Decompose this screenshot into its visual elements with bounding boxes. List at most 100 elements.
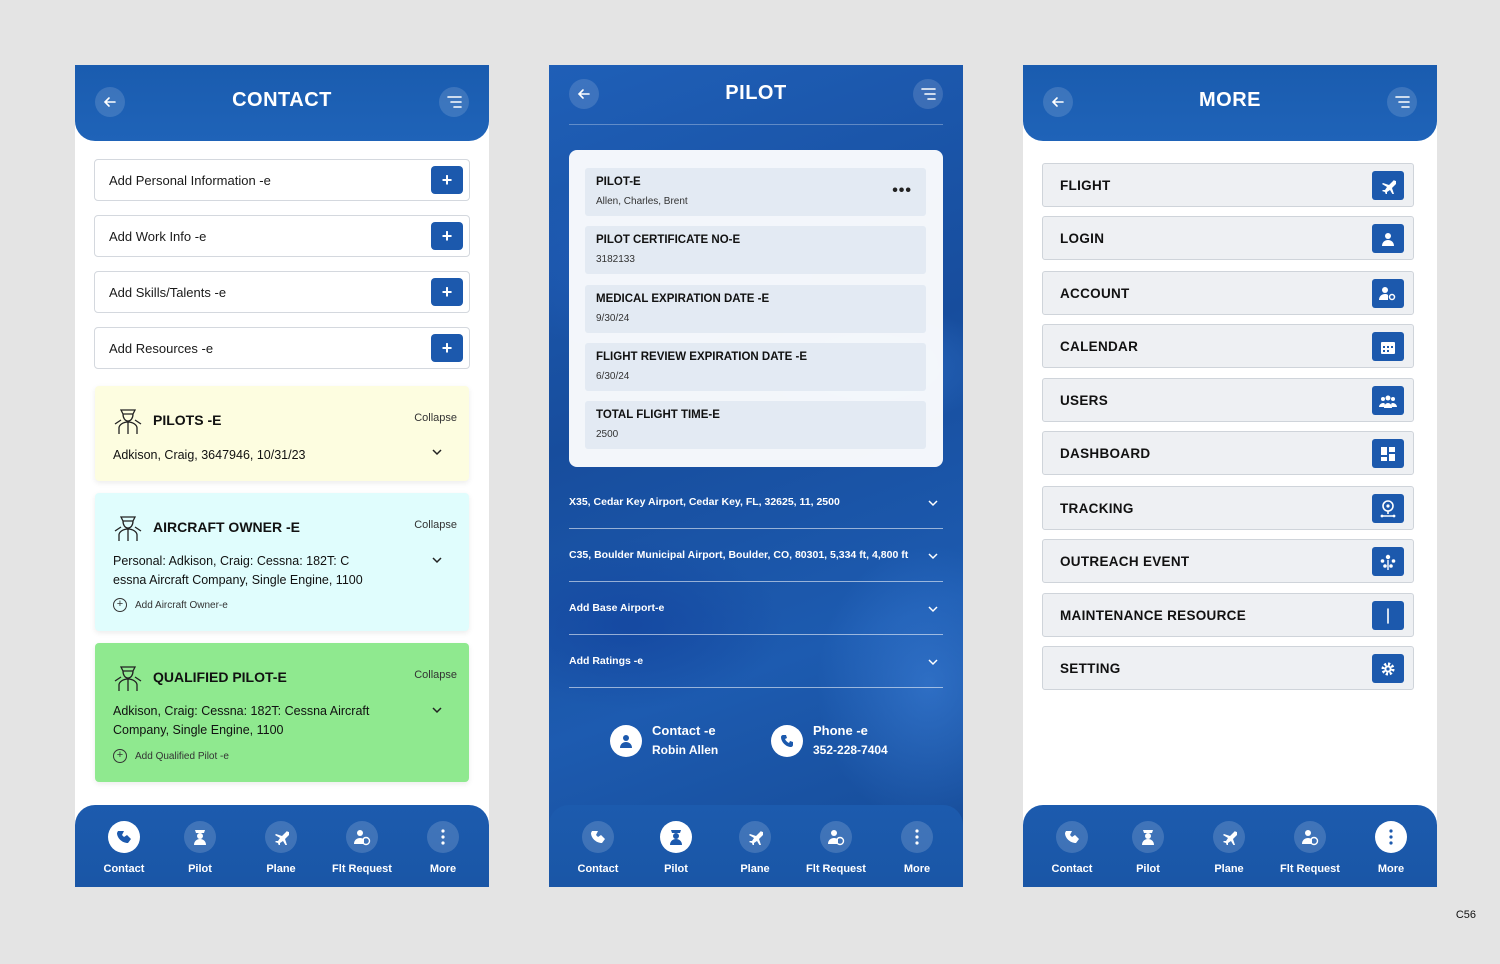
page-title: PILOT [725,82,787,104]
add-personal-info-row[interactable]: Add Personal Information -e + [94,159,470,201]
menu-item-setting[interactable]: SETTING [1042,646,1414,690]
aircraft-owner-card: AIRCRAFT OWNER -E Collapse Personal: Adk… [95,493,469,631]
add-button[interactable]: + [431,222,463,250]
more-vertical-icon [441,829,445,845]
card-title: AIRCRAFT OWNER -E [153,519,300,535]
pilot-icon [114,666,142,691]
menu-item-outreach-event[interactable]: OUTREACH EVENT [1042,539,1414,583]
nav-label: Contact [1051,863,1093,875]
phone-info[interactable]: Phone -e 352-228-7404 [771,723,888,757]
nav-label: Flt Request [332,863,392,875]
nav-pilot[interactable]: Pilot [1108,821,1188,875]
nav-contact[interactable]: Contact [558,821,638,875]
add-button[interactable]: + [431,278,463,306]
nav-plane[interactable]: Plane [241,821,321,875]
chevron-down-icon[interactable] [431,554,443,566]
contact-info[interactable]: Contact -e Robin Allen [610,723,718,757]
menu-item-tracking[interactable]: TRACKING [1042,486,1414,530]
add-resources-row[interactable]: Add Resources -e + [94,327,470,369]
nav-more[interactable]: More [877,821,957,875]
add-button[interactable]: + [431,334,463,362]
nav-label: More [1377,863,1405,875]
more-screen: MORE FLIGHT LOGIN ACCOUNT CALENDAR USERS… [1023,65,1437,887]
phone-icon [781,735,793,747]
row-label: Add Personal Information -e [109,173,271,188]
nav-flt-request[interactable]: Flt Request [1270,821,1350,875]
menu-button[interactable] [913,79,943,109]
add-qualified-pilot-link[interactable]: + Add Qualified Pilot -e [113,749,229,763]
menu-label: FLIGHT [1060,178,1111,193]
collapse-toggle[interactable]: Collapse [414,669,457,681]
location-pin-icon [1380,499,1396,517]
menu-item-users[interactable]: USERS [1042,378,1414,422]
add-base-airport-row[interactable]: Add Base Airport-e [569,582,943,635]
calendar-icon [1381,341,1395,354]
nav-pilot[interactable]: Pilot [160,821,240,875]
menu-label: DASHBOARD [1060,446,1151,461]
field-label: PILOT CERTIFICATE NO-E [596,234,741,246]
menu-label: LOGIN [1060,231,1105,246]
airport-row[interactable]: C35, Boulder Municipal Airport, Boulder,… [569,529,943,582]
phone-title: Phone -e [813,723,868,738]
nav-label: Plane [1214,863,1244,875]
row-label: Add Work Info -e [109,229,207,244]
nav-flt-request[interactable]: Flt Request [322,821,402,875]
user-icon [1382,232,1394,246]
nav-label: Contact [577,863,619,875]
card-body: Adkison, Craig: Cessna: 182T: Cessna Air… [113,704,370,737]
row-label: Add Resources -e [109,341,214,356]
add-skills-row[interactable]: Add Skills/Talents -e + [94,271,470,313]
add-ratings-row[interactable]: Add Ratings -e [569,635,943,688]
more-horizontal-icon[interactable]: ••• [892,182,912,200]
nav-label: Pilot [1136,863,1160,875]
menu-item-login[interactable]: LOGIN [1042,216,1414,260]
collapse-toggle[interactable]: Collapse [414,412,457,424]
menu-item-account[interactable]: ACCOUNT [1042,271,1414,315]
menu-button[interactable] [1387,87,1417,117]
chevron-down-icon[interactable] [431,704,443,716]
nav-pilot[interactable]: Pilot [636,821,716,875]
menu-item-flight[interactable]: FLIGHT [1042,163,1414,207]
chevron-down-icon [928,553,938,560]
menu-item-calendar[interactable]: CALENDAR [1042,324,1414,368]
nav-more[interactable]: More [403,821,483,875]
menu-label: TRACKING [1060,501,1134,516]
nav-label: More [903,863,931,875]
menu-item-maintenance-resource[interactable]: MAINTENANCE RESOURCE [1042,593,1414,637]
row-label: C35, Boulder Municipal Airport, Boulder,… [569,549,909,561]
nav-contact[interactable]: Contact [1032,821,1112,875]
more-vertical-icon [915,829,919,845]
page-title: MORE [1199,89,1261,111]
add-work-info-row[interactable]: Add Work Info -e + [94,215,470,257]
nav-contact[interactable]: Contact [84,821,164,875]
airport-row[interactable]: X35, Cedar Key Airport, Cedar Key, FL, 3… [569,476,943,529]
flight-review-field: FLIGHT REVIEW EXPIRATION DATE -E 6/30/24 [585,343,926,391]
nav-plane[interactable]: Plane [715,821,795,875]
user-icon [620,735,632,748]
menu-label: MAINTENANCE RESOURCE [1060,608,1247,623]
dashboard-icon [1381,446,1395,461]
collapse-toggle[interactable]: Collapse [414,519,457,531]
plus-icon: + [441,225,453,246]
total-flight-time-field: TOTAL FLIGHT TIME-E 2500 [585,401,926,449]
menu-label: SETTING [1060,661,1121,676]
nav-flt-request[interactable]: Flt Request [796,821,876,875]
row-label: X35, Cedar Key Airport, Cedar Key, FL, 3… [569,496,840,508]
divider [569,124,943,125]
plane-icon [1382,179,1396,194]
nav-label: Pilot [188,863,212,875]
add-button[interactable]: + [431,166,463,194]
plus-icon: + [441,169,453,190]
field-label: PILOT-E [596,176,641,188]
nav-plane[interactable]: Plane [1189,821,1269,875]
certificate-field: PILOT CERTIFICATE NO-E 3182133 [585,226,926,274]
menu-button[interactable] [439,87,469,117]
chevron-down-icon[interactable] [431,446,443,458]
chevron-down-icon [928,500,938,507]
menu-item-dashboard[interactable]: DASHBOARD [1042,431,1414,475]
gear-icon [1381,662,1395,675]
users-icon [1379,395,1397,408]
add-aircraft-owner-link[interactable]: + Add Aircraft Owner-e [113,598,228,612]
nav-more[interactable]: More [1351,821,1431,875]
pilot-icon [1142,830,1154,845]
